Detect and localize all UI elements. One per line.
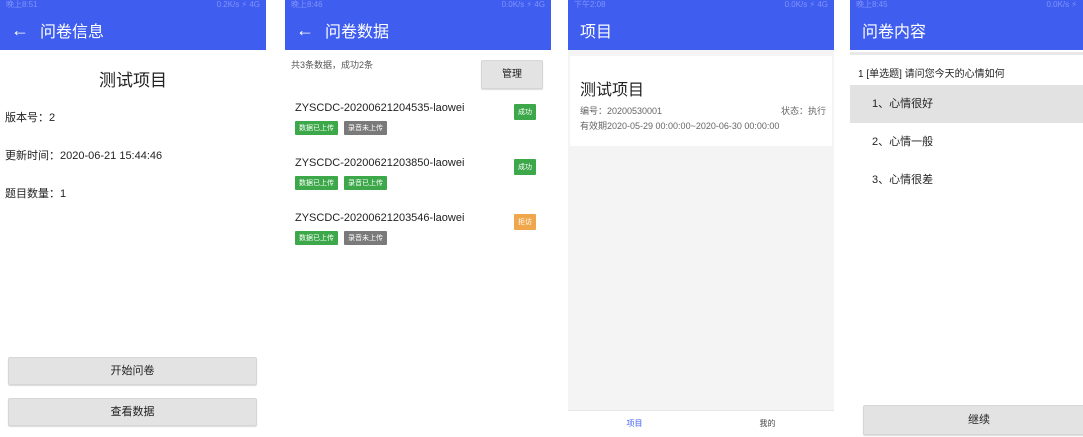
record-id: ZYSCDC-20200621204535-laowei (295, 102, 465, 114)
app-bar: 项目 (568, 10, 834, 50)
manage-button[interactable]: 管理 (481, 60, 543, 89)
summary-row: 共3条数据，成功2条 管理 (285, 50, 551, 90)
view-data-button[interactable]: 查看数据 (8, 398, 257, 426)
record-item[interactable]: ZYSCDC-20200621204535-laowei 成功 数据已上传 录音… (285, 100, 551, 155)
version-number: 版本号：2 (5, 112, 56, 124)
option-1[interactable]: 1、心情很好 (850, 85, 1083, 123)
option-3[interactable]: 3、心情很差 (850, 161, 1083, 199)
status-bar: 下午2:08 0.0K/s ⚡ 4G (568, 0, 834, 10)
back-arrow-icon[interactable]: ← (0, 20, 40, 41)
data-upload-tag: 数据已上传 (295, 231, 338, 245)
status-bar: 晚上8:51 0.2K/s ⚡ 4G (0, 0, 266, 10)
nav-item-project[interactable]: 项目 (568, 411, 701, 437)
update-time: 更新时间：2020-06-21 15:44:46 (5, 150, 163, 162)
data-summary: 共3条数据，成功2条 (291, 60, 374, 70)
status-indicators: 0.2K/s ⚡ 4G (216, 0, 260, 9)
project-name: 测试项目 (580, 82, 645, 99)
data-upload-tag: 数据已上传 (295, 176, 338, 190)
status-time: 晚上8:46 (291, 0, 323, 9)
status-indicators: 0.0K/s ⚡ 4G (784, 0, 828, 9)
status-time: 晚上8:51 (6, 0, 38, 9)
bottom-nav: 项目 我的 (568, 410, 834, 437)
back-arrow-icon[interactable]: ← (285, 20, 325, 41)
status-bar: 晚上8:46 0.0K/s ⚡ 4G (285, 0, 551, 10)
start-survey-button[interactable]: 开始问卷 (8, 357, 257, 385)
continue-button[interactable]: 继续 (863, 405, 1083, 435)
question-text: 1 [单选题] 请问您今天的心情如何 (850, 52, 1083, 85)
data-upload-tag: 数据已上传 (295, 121, 338, 135)
record-status-badge: 成功 (514, 104, 536, 120)
page-title: 问卷内容 (862, 24, 927, 41)
option-2[interactable]: 2、心情一般 (850, 123, 1083, 161)
survey-content-screen: 晚上8:45 0.0K/s ⚡ 问卷内容 1 [单选题] 请问您今天的心情如何 … (850, 0, 1083, 437)
nav-item-mine[interactable]: 我的 (701, 411, 834, 437)
record-status-badge: 成功 (514, 159, 536, 175)
question-count: 题目数量：1 (5, 188, 67, 200)
survey-data-screen: 晚上8:46 0.0K/s ⚡ 4G ← 问卷数据 共3条数据，成功2条 管理 … (285, 0, 551, 437)
record-item[interactable]: ZYSCDC-20200621203546-laowei 拒访 数据已上传 录音… (285, 210, 551, 265)
project-state: 状态：执行 (780, 106, 826, 116)
status-indicators: 0.0K/s ⚡ 4G (501, 0, 545, 9)
project-name: 测试项目 (99, 71, 167, 90)
record-id: ZYSCDC-20200621203546-laowei (295, 212, 465, 224)
app-bar: 问卷内容 (850, 10, 1083, 50)
audio-upload-tag: 录音未上传 (344, 231, 387, 245)
audio-upload-tag: 录音已上传 (344, 176, 387, 190)
page-title: 问卷信息 (40, 24, 105, 41)
record-item[interactable]: ZYSCDC-20200621203850-laowei 成功 数据已上传 录音… (285, 155, 551, 210)
status-indicators: 0.0K/s ⚡ (1046, 0, 1077, 9)
status-time: 晚上8:45 (856, 0, 888, 9)
project-list-screen: 下午2:08 0.0K/s ⚡ 4G 项目 测试项目 编号：2020053000… (568, 0, 834, 437)
project-card[interactable]: 测试项目 编号：20200530001 状态：执行 有效期2020-05-29 … (570, 56, 832, 146)
status-bar: 晚上8:45 0.0K/s ⚡ (850, 0, 1083, 10)
project-validity: 有效期2020-05-29 00:00:00~2020-06-30 00:00:… (580, 121, 780, 131)
app-bar: ← 问卷数据 (285, 10, 551, 50)
record-status-badge: 拒访 (514, 214, 536, 230)
page-title: 问卷数据 (325, 24, 390, 41)
audio-upload-tag: 录音未上传 (344, 121, 387, 135)
page-title: 项目 (580, 24, 613, 41)
project-code: 编号：20200530001 (580, 106, 663, 116)
survey-info-screen: 晚上8:51 0.2K/s ⚡ 4G ← 问卷信息 测试项目 版本号：2 更新时… (0, 0, 266, 437)
status-time: 下午2:08 (574, 0, 606, 9)
record-id: ZYSCDC-20200621203850-laowei (295, 157, 465, 169)
app-bar: ← 问卷信息 (0, 10, 266, 50)
